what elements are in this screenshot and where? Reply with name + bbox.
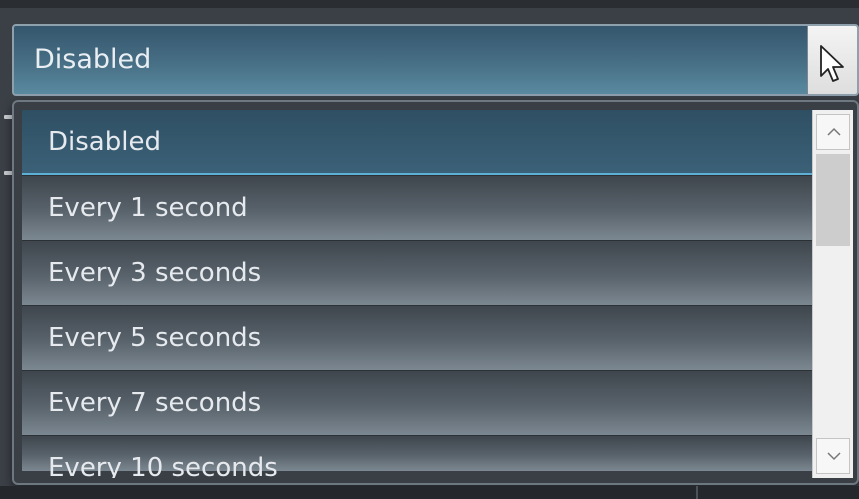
combobox-selected-value: Disabled [34,44,152,75]
dropdown-popup: Disabled Every 1 second Every 3 seconds … [12,100,859,485]
chevron-down-icon [827,452,841,461]
refresh-interval-combobox[interactable]: Disabled [12,24,859,96]
dropdown-option-every-7-seconds[interactable]: Every 7 seconds [22,370,812,435]
dropdown-option-every-1-second[interactable]: Every 1 second [22,175,812,240]
dropdown-list[interactable]: Disabled Every 1 second Every 3 seconds … [22,110,812,478]
bottom-bar-divider [696,486,698,499]
dropdown-option-every-5-seconds[interactable]: Every 5 seconds [22,305,812,370]
dropdown-option-every-10-seconds[interactable]: Every 10 seconds [22,435,812,478]
window-top-edge [0,0,859,8]
dropdown-option-every-3-seconds[interactable]: Every 3 seconds [22,240,812,305]
window-bottom-bar [0,486,859,499]
scroll-up-button[interactable] [816,114,850,150]
scrollbar-thumb[interactable] [816,154,850,246]
vertical-scrollbar[interactable] [812,110,853,478]
dropdown-option-disabled[interactable]: Disabled [22,110,812,175]
chevron-up-icon [827,127,841,136]
dropdown-toggle-button[interactable] [807,26,857,94]
mouse-pointer-icon [820,45,844,82]
scroll-down-button[interactable] [816,438,850,474]
